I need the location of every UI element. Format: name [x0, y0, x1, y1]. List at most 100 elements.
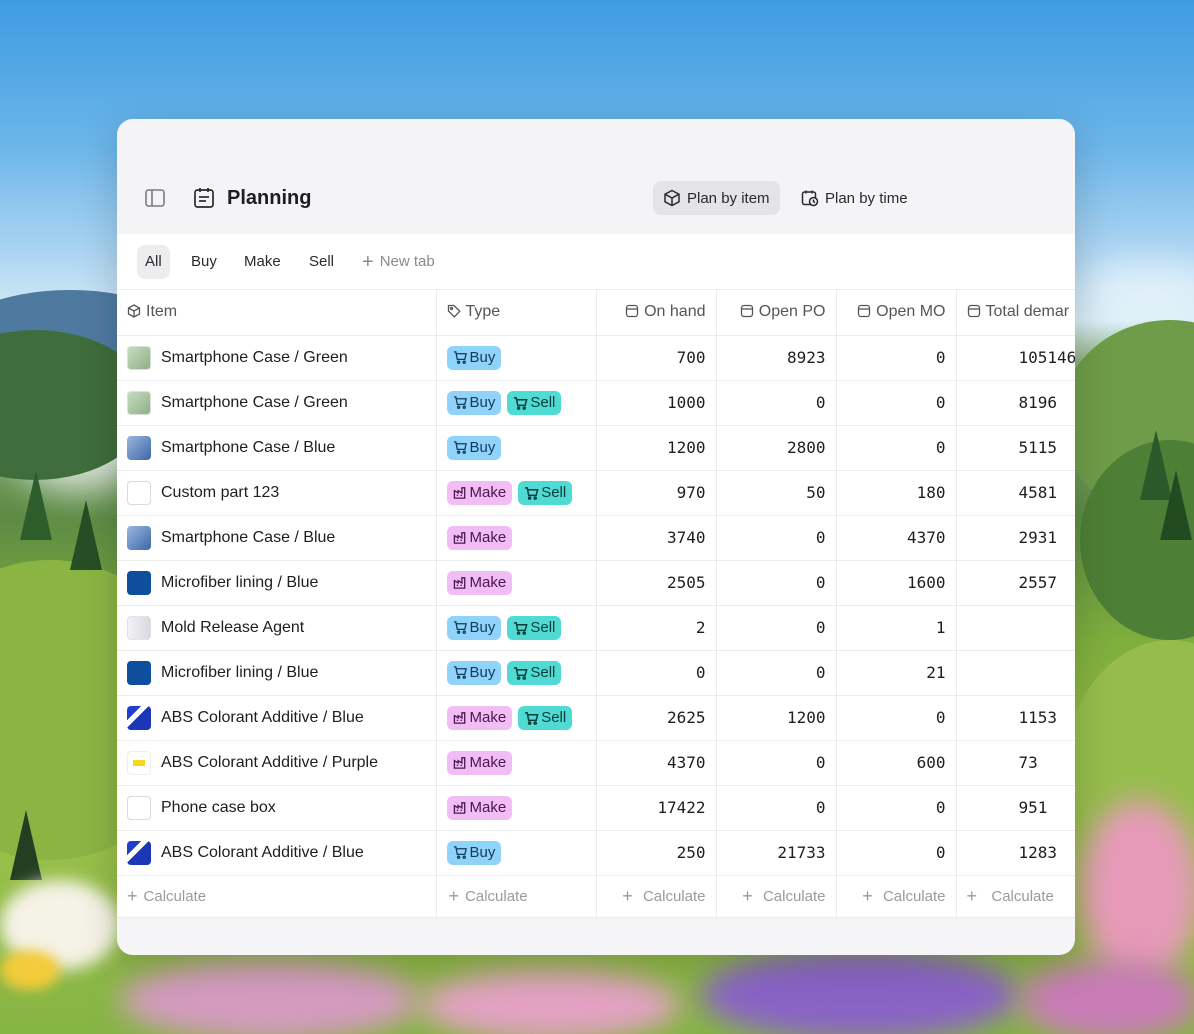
open-mo-cell[interactable]: 0: [836, 425, 957, 471]
total-demand-cell[interactable]: 951: [956, 785, 1075, 831]
item-cell[interactable]: Smartphone Case / Blue: [117, 515, 437, 561]
type-cell[interactable]: Buy: [436, 335, 597, 381]
column-header-total-demand[interactable]: Total demar: [956, 290, 1075, 336]
tab-all[interactable]: All: [137, 245, 170, 279]
type-cell[interactable]: Buy: [436, 425, 597, 471]
table-row[interactable]: Smartphone Case / Green Buy 700 8923 0 105146: [117, 335, 1075, 381]
calculate-open-po-button[interactable]: + Calculate: [716, 875, 837, 918]
type-cell[interactable]: Make Sell: [436, 470, 597, 516]
table-row[interactable]: Smartphone Case / Green Buy Sell 1000 0 0 8196: [117, 380, 1075, 426]
on-hand-cell[interactable]: 700: [596, 335, 717, 381]
item-cell[interactable]: Phone case box: [117, 785, 437, 831]
on-hand-cell[interactable]: 250: [596, 830, 717, 876]
on-hand-cell[interactable]: 17422: [596, 785, 717, 831]
column-header-type[interactable]: Type: [436, 290, 597, 336]
total-demand-cell[interactable]: 5115: [956, 425, 1075, 471]
open-mo-cell[interactable]: 4370: [836, 515, 957, 561]
type-cell[interactable]: Make: [436, 560, 597, 606]
open-po-cell[interactable]: 21733: [716, 830, 837, 876]
open-po-cell[interactable]: 50: [716, 470, 837, 516]
calculate-on-hand-button[interactable]: + Calculate: [596, 875, 717, 918]
on-hand-cell[interactable]: 1200: [596, 425, 717, 471]
open-po-cell[interactable]: 0: [716, 380, 837, 426]
open-mo-cell[interactable]: 1600: [836, 560, 957, 606]
total-demand-cell[interactable]: 1153: [956, 695, 1075, 741]
item-cell[interactable]: Custom part 123: [117, 470, 437, 516]
tab-buy[interactable]: Buy: [183, 245, 225, 279]
open-po-cell[interactable]: 8923: [716, 335, 837, 381]
open-mo-cell[interactable]: 0: [836, 335, 957, 381]
total-demand-cell[interactable]: 105146: [956, 335, 1075, 381]
open-mo-cell[interactable]: 0: [836, 695, 957, 741]
plan-by-time-button[interactable]: Plan by time: [791, 181, 918, 215]
open-po-cell[interactable]: 0: [716, 515, 837, 561]
tab-sell[interactable]: Sell: [301, 245, 342, 279]
item-cell[interactable]: Microfiber lining / Blue: [117, 650, 437, 696]
on-hand-cell[interactable]: 970: [596, 470, 717, 516]
open-mo-cell[interactable]: 600: [836, 740, 957, 786]
table-row[interactable]: Smartphone Case / Blue Buy 1200 2800 0 5115: [117, 425, 1075, 471]
calculate-total-demand-button[interactable]: + Calculate: [956, 875, 1075, 918]
open-mo-cell[interactable]: 180: [836, 470, 957, 516]
total-demand-cell[interactable]: 1283: [956, 830, 1075, 876]
open-po-cell[interactable]: 0: [716, 605, 837, 651]
item-cell[interactable]: Smartphone Case / Green: [117, 335, 437, 381]
open-po-cell[interactable]: 0: [716, 785, 837, 831]
open-mo-cell[interactable]: 0: [836, 785, 957, 831]
table-row[interactable]: Phone case box Make 17422 0 0 951: [117, 785, 1075, 831]
total-demand-cell[interactable]: 4581: [956, 470, 1075, 516]
calculate-item-button[interactable]: + Calculate: [117, 875, 437, 918]
calculate-type-button[interactable]: + Calculate: [436, 875, 597, 918]
type-cell[interactable]: Make Sell: [436, 695, 597, 741]
table-row[interactable]: Microfiber lining / Blue Buy Sell 0 0 21: [117, 650, 1075, 696]
calculate-open-mo-button[interactable]: + Calculate: [836, 875, 957, 918]
total-demand-cell[interactable]: 2931: [956, 515, 1075, 561]
type-cell[interactable]: Make: [436, 740, 597, 786]
open-po-cell[interactable]: 0: [716, 740, 837, 786]
total-demand-cell[interactable]: [956, 650, 1075, 696]
new-tab-button[interactable]: + New tab: [362, 245, 435, 279]
type-cell[interactable]: Make: [436, 785, 597, 831]
open-mo-cell[interactable]: 21: [836, 650, 957, 696]
sidebar-toggle-icon[interactable]: [145, 189, 165, 207]
column-header-on-hand[interactable]: On hand: [596, 290, 717, 336]
table-row[interactable]: Smartphone Case / Blue Make 3740 0 4370 2931: [117, 515, 1075, 561]
on-hand-cell[interactable]: 2625: [596, 695, 717, 741]
on-hand-cell[interactable]: 3740: [596, 515, 717, 561]
total-demand-cell[interactable]: 8196: [956, 380, 1075, 426]
open-mo-cell[interactable]: 0: [836, 380, 957, 426]
item-cell[interactable]: ABS Colorant Additive / Purple: [117, 740, 437, 786]
on-hand-cell[interactable]: 4370: [596, 740, 717, 786]
item-cell[interactable]: ABS Colorant Additive / Blue: [117, 830, 437, 876]
open-mo-cell[interactable]: 1: [836, 605, 957, 651]
type-cell[interactable]: Buy: [436, 830, 597, 876]
tab-make[interactable]: Make: [236, 245, 289, 279]
column-header-open-po[interactable]: Open PO: [716, 290, 837, 336]
open-po-cell[interactable]: 1200: [716, 695, 837, 741]
total-demand-cell[interactable]: 2557: [956, 560, 1075, 606]
table-row[interactable]: ABS Colorant Additive / Purple Make 4370 0 6…: [117, 740, 1075, 786]
on-hand-cell[interactable]: 1000: [596, 380, 717, 426]
table-row[interactable]: ABS Colorant Additive / Blue Make Sell 2625…: [117, 695, 1075, 741]
table-row[interactable]: Custom part 123 Make Sell 970 50 180 4581: [117, 470, 1075, 516]
on-hand-cell[interactable]: 0: [596, 650, 717, 696]
table-row[interactable]: ABS Colorant Additive / Blue Buy 250 21733 0…: [117, 830, 1075, 876]
item-cell[interactable]: Microfiber lining / Blue: [117, 560, 437, 606]
type-cell[interactable]: Buy Sell: [436, 380, 597, 426]
item-cell[interactable]: ABS Colorant Additive / Blue: [117, 695, 437, 741]
on-hand-cell[interactable]: 2505: [596, 560, 717, 606]
column-header-open-mo[interactable]: Open MO: [836, 290, 957, 336]
column-header-item[interactable]: Item: [117, 290, 437, 336]
item-cell[interactable]: Mold Release Agent: [117, 605, 437, 651]
type-cell[interactable]: Buy Sell: [436, 650, 597, 696]
plan-by-item-button[interactable]: Plan by item: [653, 181, 780, 215]
open-po-cell[interactable]: 0: [716, 650, 837, 696]
type-cell[interactable]: Make: [436, 515, 597, 561]
total-demand-cell[interactable]: [956, 605, 1075, 651]
item-cell[interactable]: Smartphone Case / Green: [117, 380, 437, 426]
on-hand-cell[interactable]: 2: [596, 605, 717, 651]
table-row[interactable]: Microfiber lining / Blue Make 2505 0 1600 255…: [117, 560, 1075, 606]
open-po-cell[interactable]: 0: [716, 560, 837, 606]
total-demand-cell[interactable]: 73: [956, 740, 1075, 786]
table-row[interactable]: Mold Release Agent Buy Sell 2 0 1: [117, 605, 1075, 651]
